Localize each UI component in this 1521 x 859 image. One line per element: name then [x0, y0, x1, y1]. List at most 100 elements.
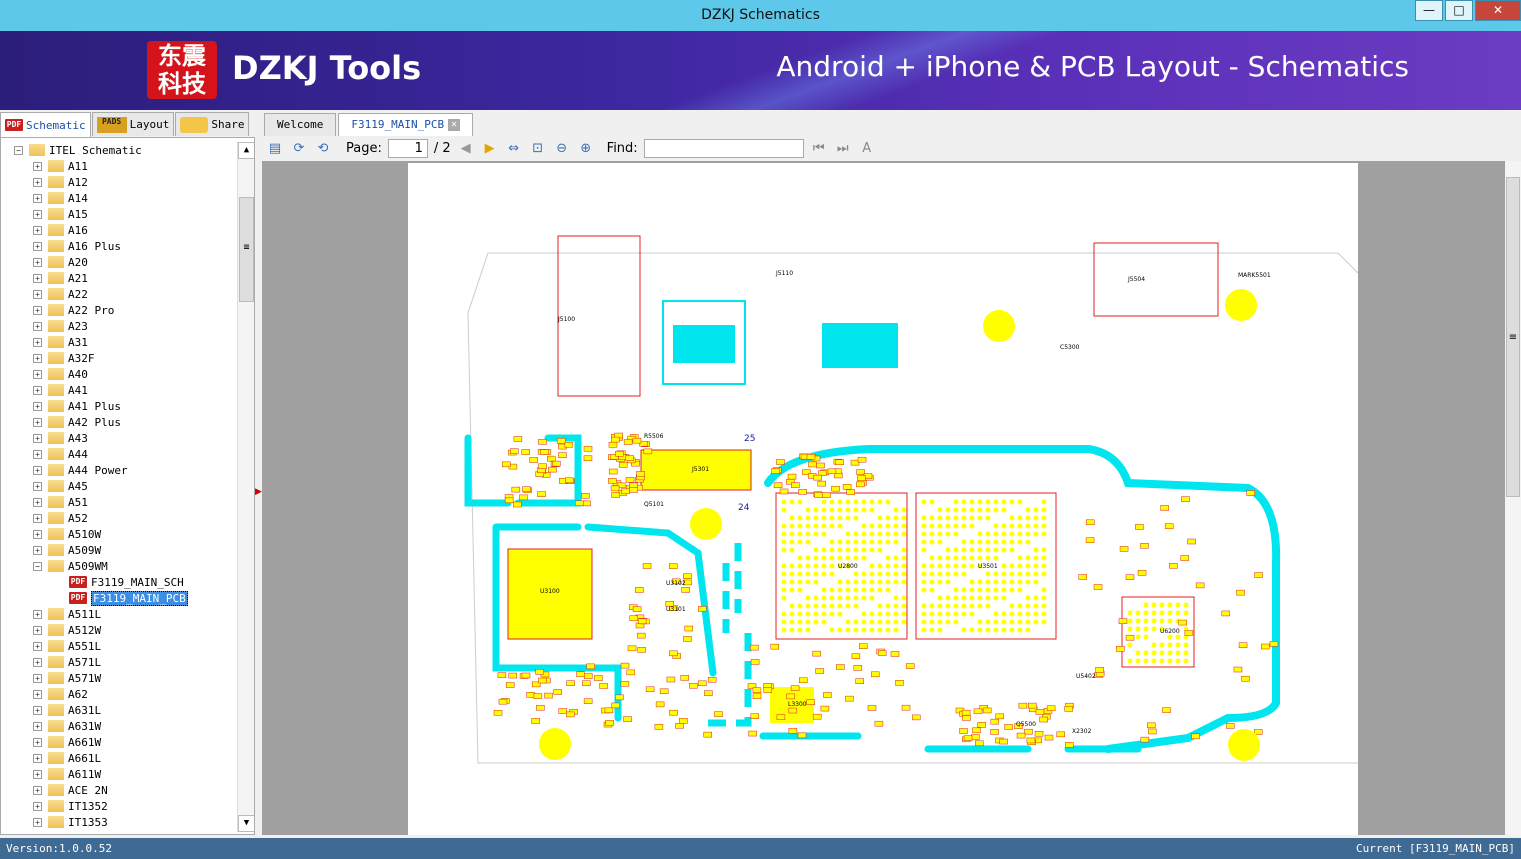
tree-folder[interactable]: + ACE 2N: [33, 782, 108, 798]
tree-folder[interactable]: + A509W: [33, 542, 101, 558]
expand-icon[interactable]: +: [33, 257, 42, 267]
expand-icon[interactable]: +: [33, 785, 42, 795]
close-tab-icon[interactable]: ✕: [448, 119, 461, 131]
tree-folder[interactable]: + A41 Plus: [33, 398, 121, 414]
expand-icon[interactable]: +: [33, 753, 42, 763]
expand-icon[interactable]: +: [33, 321, 42, 331]
tree-folder[interactable]: + A631L: [33, 702, 101, 718]
zoom-out-icon[interactable]: ⊖: [553, 140, 571, 158]
expand-icon[interactable]: +: [33, 417, 42, 427]
tree-folder[interactable]: + A42 Plus: [33, 414, 121, 430]
page-input[interactable]: 1: [387, 139, 428, 158]
tab-share[interactable]: Share: [175, 112, 250, 136]
expand-icon[interactable]: +: [33, 289, 42, 299]
tree-root[interactable]: − ITEL Schematic: [14, 142, 142, 158]
expand-icon[interactable]: +: [33, 353, 42, 363]
expand-icon[interactable]: +: [33, 513, 42, 523]
tree-folder[interactable]: + A51: [33, 494, 88, 510]
minimize-button[interactable]: —: [1415, 0, 1443, 21]
tree-folder[interactable]: + IT1353: [33, 814, 108, 830]
expand-icon[interactable]: +: [33, 801, 42, 811]
tree-folder[interactable]: + A22: [33, 286, 88, 302]
rotate-cw-icon[interactable]: ⟳: [290, 140, 308, 158]
expand-icon[interactable]: +: [33, 369, 42, 379]
panel-splitter[interactable]: ▶: [255, 137, 262, 835]
tab-schematic[interactable]: PDF Schematic: [0, 112, 91, 137]
expand-icon[interactable]: +: [33, 625, 42, 635]
expand-icon[interactable]: +: [33, 705, 42, 715]
tree-folder[interactable]: + A661L: [33, 750, 101, 766]
tree-folder[interactable]: + A631W: [33, 718, 101, 734]
tab-layout[interactable]: PADS Layout: [91, 112, 175, 136]
fit-page-icon[interactable]: ⊡: [529, 140, 547, 158]
expand-icon[interactable]: +: [33, 609, 42, 619]
tree-folder[interactable]: + A62: [33, 686, 88, 702]
find-next-icon[interactable]: ⏭: [834, 140, 852, 158]
find-prev-icon[interactable]: ⏮: [810, 140, 828, 158]
tree-file[interactable]: PDF F3119_MAIN_SCH: [69, 574, 184, 590]
expand-icon[interactable]: +: [33, 737, 42, 747]
tree-folder[interactable]: + A41: [33, 382, 88, 398]
expand-icon[interactable]: +: [33, 529, 42, 539]
maximize-button[interactable]: □: [1445, 0, 1473, 21]
expand-icon[interactable]: +: [33, 481, 42, 491]
tree-folder[interactable]: + A45: [33, 478, 88, 494]
close-button[interactable]: ✕: [1475, 0, 1521, 21]
expand-icon[interactable]: +: [33, 497, 42, 507]
find-input[interactable]: [643, 139, 804, 158]
document-viewer[interactable]: J5100 J5110 J5504 MARK5501 C5300 J5301 U3100 U3…: [262, 161, 1505, 835]
tree-file[interactable]: PDF F3119_MAIN_PCB: [69, 590, 188, 606]
expand-icon[interactable]: +: [33, 689, 42, 699]
tree-folder[interactable]: + A15: [33, 206, 88, 222]
expand-icon[interactable]: +: [33, 769, 42, 779]
tab-welcome[interactable]: Welcome: [264, 113, 337, 136]
tree-folder[interactable]: + A40: [33, 366, 88, 382]
expand-icon[interactable]: +: [33, 161, 42, 171]
scroll-thumb[interactable]: ≡: [239, 197, 254, 302]
tree-folder[interactable]: + A44: [33, 446, 88, 462]
expand-icon[interactable]: +: [33, 193, 42, 203]
expand-icon[interactable]: +: [33, 209, 42, 219]
tree-folder[interactable]: + A14: [33, 190, 88, 206]
scroll-up-icon[interactable]: ▲: [238, 142, 254, 159]
tree-folder[interactable]: + A571L: [33, 654, 101, 670]
tree-folder[interactable]: + A20: [33, 254, 88, 270]
tree-folder[interactable]: + IT1352: [33, 798, 108, 814]
tree-folder[interactable]: + A21: [33, 270, 88, 286]
tree-folder[interactable]: + A611W: [33, 766, 101, 782]
expand-icon[interactable]: +: [33, 385, 42, 395]
tree-folder[interactable]: − A509WM: [33, 558, 108, 574]
copy-page-icon[interactable]: ▤: [266, 140, 284, 158]
expand-icon[interactable]: +: [33, 641, 42, 651]
tree-folder[interactable]: + A23: [33, 318, 88, 334]
prev-page-icon[interactable]: ◀: [457, 140, 475, 158]
rotate-ccw-icon[interactable]: ⟲: [314, 140, 332, 158]
expand-icon[interactable]: +: [33, 273, 42, 283]
tree-folder[interactable]: + A661W: [33, 734, 101, 750]
expand-icon[interactable]: +: [33, 401, 42, 411]
tree-folder[interactable]: + A31: [33, 334, 88, 350]
viewer-scrollbar[interactable]: ≡: [1505, 161, 1521, 835]
tree-folder[interactable]: + A32F: [33, 350, 95, 366]
collapse-icon[interactable]: −: [33, 561, 42, 571]
tree-folder[interactable]: + A512W: [33, 622, 101, 638]
tree-folder[interactable]: + A12: [33, 174, 88, 190]
tree-folder[interactable]: + A44 Power: [33, 462, 128, 478]
expand-icon[interactable]: +: [33, 241, 42, 251]
expand-icon[interactable]: +: [33, 305, 42, 315]
tree-folder[interactable]: + A11: [33, 158, 88, 174]
tree-folder[interactable]: + A510W: [33, 526, 101, 542]
expand-icon[interactable]: +: [33, 449, 42, 459]
tree-scrollbar[interactable]: ▲ ≡ ▼: [237, 142, 254, 832]
expand-icon[interactable]: +: [33, 673, 42, 683]
tree-folder[interactable]: + A43: [33, 430, 88, 446]
tree-folder[interactable]: + A22 Pro: [33, 302, 114, 318]
collapse-icon[interactable]: −: [14, 145, 23, 155]
zoom-in-icon[interactable]: ⊕: [577, 140, 595, 158]
tree-folder[interactable]: + A16: [33, 222, 88, 238]
expand-icon[interactable]: +: [33, 465, 42, 475]
tree-folder[interactable]: + A52: [33, 510, 88, 526]
tree-folder[interactable]: + A551L: [33, 638, 101, 654]
expand-icon[interactable]: +: [33, 817, 42, 827]
tab-f3119-main-pcb[interactable]: F3119_MAIN_PCB ✕: [338, 113, 474, 136]
